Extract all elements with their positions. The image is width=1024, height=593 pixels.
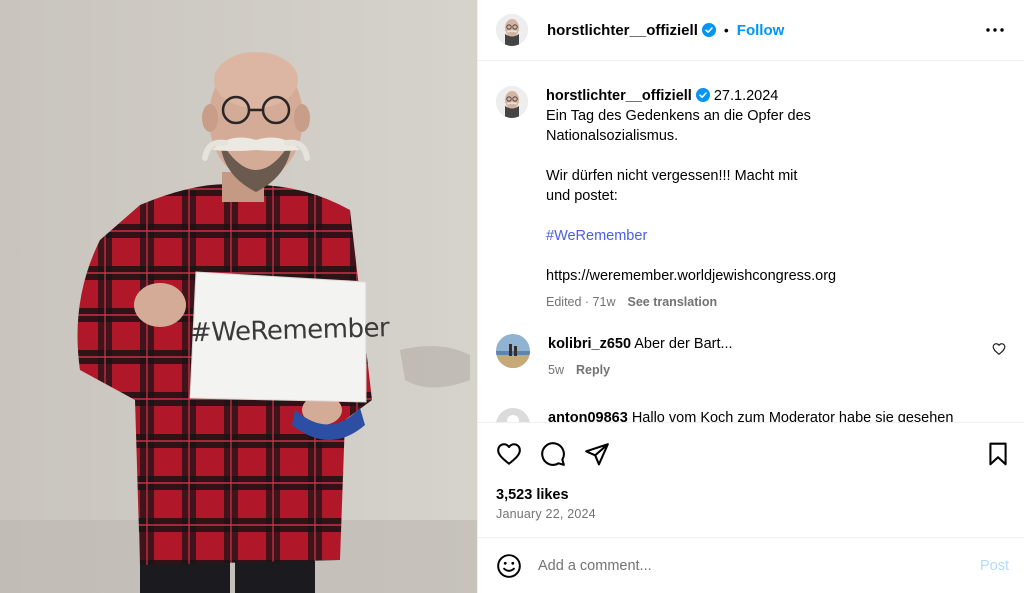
sign-text: #WeRemember — [189, 313, 390, 349]
post-caption: horstlichter__offiziell 27.1.2024 Ein Tag… — [496, 86, 856, 312]
more-options-icon[interactable] — [983, 18, 1007, 42]
caption-username[interactable]: horstlichter__offiziell — [546, 88, 692, 104]
post-actions: 3,523 likes January 22, 2024 — [478, 422, 1024, 521]
emoji-icon[interactable] — [496, 553, 522, 579]
caption-line-1: Ein Tag des Gedenkens an die Opfer des — [546, 108, 811, 124]
comments-section[interactable]: horstlichter__offiziell 27.1.2024 Ein Tag… — [478, 62, 1024, 422]
avatar-image — [496, 14, 528, 46]
comment-text: Hallo vom Koch zum Moderator habe sie ge… — [631, 410, 954, 422]
add-comment-bar: Post — [478, 537, 1024, 593]
comment-meta: 5w Reply — [548, 360, 733, 380]
comment-username[interactable]: kolibri_z650 — [548, 336, 631, 352]
comment-like-heart-icon[interactable] — [992, 342, 1006, 356]
caption-line-3: Wir dürfen nicht vergessen!!! Macht mit — [546, 168, 798, 184]
comment-item: anton09863 Hallo vom Koch zum Moderator … — [496, 408, 1016, 422]
verified-badge-icon — [701, 23, 716, 37]
post-header: horstlichter__offiziell • Follow — [478, 0, 1024, 61]
reply-button[interactable]: Reply — [576, 363, 610, 377]
post-photo[interactable]: #WeRemember — [0, 0, 477, 593]
comment-time: 5w — [548, 363, 564, 377]
avatar-image — [496, 86, 528, 118]
bookmark-icon[interactable] — [985, 441, 1011, 467]
verified-badge-icon — [695, 88, 710, 102]
share-icon[interactable] — [584, 441, 610, 467]
comment-item: kolibri_z650 Aber der Bart... 5w Reply — [496, 334, 1016, 380]
photo-illustration — [0, 0, 477, 593]
post-date: January 22, 2024 — [496, 507, 596, 521]
heart-icon[interactable] — [496, 441, 522, 467]
action-icons — [496, 441, 610, 467]
comment-username[interactable]: anton09863 — [548, 410, 628, 422]
follow-button[interactable]: Follow — [737, 22, 785, 39]
edited-time: Edited · 71w — [546, 295, 616, 309]
comment-body: kolibri_z650 Aber der Bart... 5w Reply — [548, 334, 733, 380]
caption-date: 27.1.2024 — [713, 88, 779, 104]
avatar-image — [496, 334, 530, 368]
see-translation-button[interactable]: See translation — [627, 295, 717, 309]
hashtag-link[interactable]: #WeRemember — [546, 226, 856, 246]
post-panel: horstlichter__offiziell • Follow horstli… — [477, 0, 1024, 593]
caption-line-4: und postet: — [546, 188, 618, 204]
instagram-post: #WeRemember horstlichter__offiziell • Fo… — [0, 0, 1024, 593]
caption-body: horstlichter__offiziell 27.1.2024 Ein Tag… — [546, 86, 856, 312]
separator-dot: • — [723, 22, 729, 38]
likes-count[interactable]: 3,523 likes — [496, 487, 569, 503]
caption-url: https://weremember.worldjewishcongress.o… — [546, 268, 837, 284]
post-comment-button[interactable]: Post — [980, 558, 1009, 574]
header-username[interactable]: horstlichter__offiziell — [547, 22, 698, 39]
author-avatar[interactable] — [496, 14, 528, 46]
caption-author-avatar[interactable] — [496, 86, 528, 118]
caption-meta: Edited · 71w See translation — [546, 292, 856, 312]
avatar-image — [496, 408, 530, 422]
commenter-avatar[interactable] — [496, 408, 530, 422]
commenter-avatar[interactable] — [496, 334, 530, 368]
comment-text: Aber der Bart... — [634, 336, 733, 352]
comment-input[interactable] — [538, 557, 958, 574]
comment-body: anton09863 Hallo vom Koch zum Moderator … — [548, 408, 953, 422]
caption-line-2: Nationalsozialismus. — [546, 128, 679, 144]
comment-icon[interactable] — [540, 441, 566, 467]
